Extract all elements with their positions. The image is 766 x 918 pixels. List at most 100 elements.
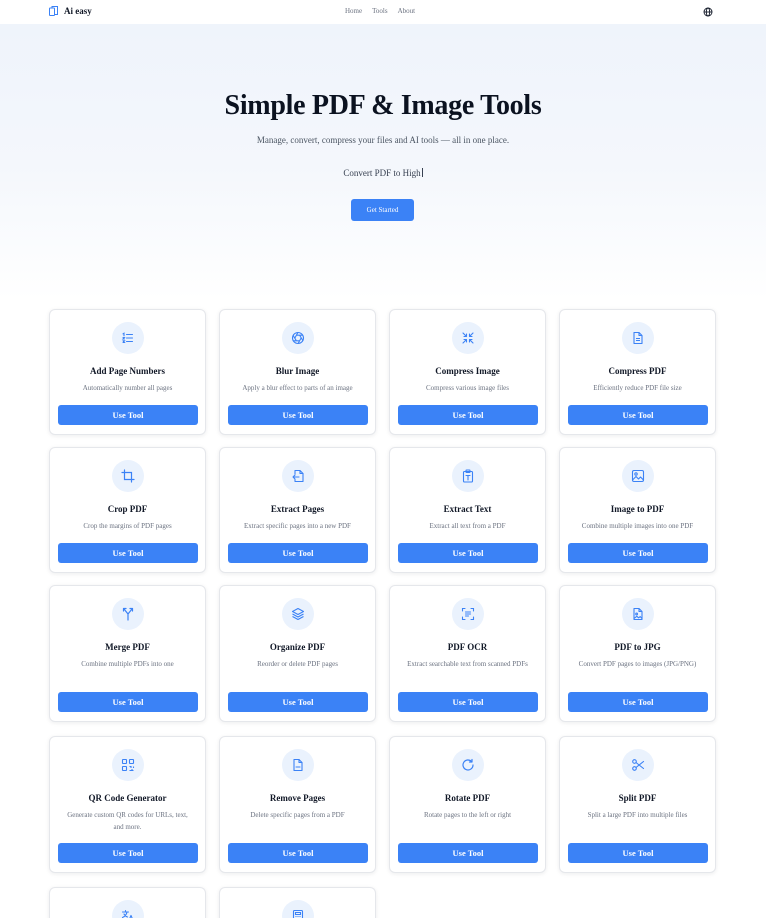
icon-badge — [112, 900, 144, 918]
merge-icon — [122, 607, 134, 621]
tool-description: Extract all text from a PDF — [429, 522, 506, 530]
tool-description: Extract specific pages into a new PDF — [244, 522, 351, 530]
icon-badge — [112, 598, 144, 630]
icon-badge — [452, 322, 484, 354]
tool-card-remove-pages[interactable]: Remove Pages Delete specific pages from … — [219, 736, 376, 873]
use-tool-button[interactable]: Use Tool — [568, 843, 708, 863]
tool-card-blur-image[interactable]: Blur Image Apply a blur effect to parts … — [219, 309, 376, 435]
use-tool-button[interactable]: Use Tool — [228, 692, 368, 712]
icon-badge — [282, 900, 314, 918]
tool-description: Generate custom QR codes for URLs, text,… — [67, 811, 188, 831]
shrink-arrows-icon — [462, 332, 474, 344]
tool-title: Image to PDF — [610, 504, 665, 514]
brand-name: Ai easy — [64, 6, 92, 16]
tool-card-merge-pdf[interactable]: Merge PDF Combine multiple PDFs into one… — [49, 585, 206, 722]
tool-title: Blur Image — [275, 366, 320, 376]
globe-icon[interactable] — [703, 7, 713, 17]
use-tool-button[interactable]: Use Tool — [58, 405, 198, 425]
nav-link-tools[interactable]: Tools — [372, 7, 387, 15]
tool-card-calculator[interactable] — [219, 887, 376, 918]
use-tool-button[interactable]: Use Tool — [398, 405, 538, 425]
use-tool-button[interactable]: Use Tool — [398, 543, 538, 563]
tool-description: Compress various image files — [425, 384, 509, 392]
tool-description: Extract searchable text from scanned PDF… — [407, 660, 528, 668]
layers-icon — [291, 607, 305, 621]
use-tool-button[interactable]: Use Tool — [568, 405, 708, 425]
tool-card-compress-pdf[interactable]: Compress PDF Efficiently reduce PDF file… — [559, 309, 716, 435]
tool-description: Convert PDF pages to images (JPG/PNG) — [578, 660, 697, 668]
hero-background — [0, 0, 766, 300]
use-tool-button[interactable]: Use Tool — [398, 843, 538, 863]
icon-badge — [282, 322, 314, 354]
hero-title: Simple PDF & Image Tools — [224, 90, 542, 121]
tool-title: Extract Pages — [270, 504, 325, 514]
tool-card-pdf-to-jpg[interactable]: PDF to JPG Convert PDF pages to images (… — [559, 585, 716, 722]
tool-title: QR Code Generator — [88, 793, 167, 803]
tool-card-split-pdf[interactable]: Split PDF Split a large PDF into multipl… — [559, 736, 716, 873]
icon-badge — [622, 598, 654, 630]
icon-badge — [112, 749, 144, 781]
tool-description: Split a large PDF into multiple files — [587, 811, 688, 819]
icon-badge — [622, 749, 654, 781]
tool-card-organize-pdf[interactable]: Organize PDF Reorder or delete PDF pages… — [219, 585, 376, 722]
tool-card-qr-code-generator[interactable]: QR Code Generator Generate custom QR cod… — [49, 736, 206, 873]
icon-badge — [112, 322, 144, 354]
tool-title: PDF OCR — [447, 642, 488, 652]
icon-badge — [112, 460, 144, 492]
tool-card-crop-pdf[interactable]: Crop PDF Crop the margins of PDF pages U… — [49, 447, 206, 573]
tool-description: Automatically number all pages — [82, 384, 173, 392]
rotate-icon — [462, 758, 474, 771]
use-tool-button[interactable]: Use Tool — [398, 692, 538, 712]
scan-text-icon — [461, 607, 475, 621]
use-tool-button[interactable]: Use Tool — [58, 843, 198, 863]
get-started-button[interactable]: Get Started — [351, 199, 414, 221]
nav-link-about[interactable]: About — [398, 7, 416, 15]
tool-card-add-page-numbers[interactable]: Add Page Numbers Automatically number al… — [49, 309, 206, 435]
aperture-icon — [291, 331, 305, 345]
use-tool-button[interactable]: Use Tool — [228, 405, 368, 425]
pages-icon — [49, 6, 58, 16]
tool-description: Efficiently reduce PDF file size — [593, 384, 682, 392]
icon-badge — [282, 749, 314, 781]
tool-card-rotate-pdf[interactable]: Rotate PDF Rotate pages to the left or r… — [389, 736, 546, 873]
tool-description: Reorder or delete PDF pages — [257, 660, 338, 668]
file-text-icon — [633, 331, 643, 345]
tool-card-pdf-ocr[interactable]: PDF OCR Extract searchable text from sca… — [389, 585, 546, 722]
nav-links: Home Tools About — [345, 7, 415, 15]
tool-description: Combine multiple images into one PDF — [581, 522, 694, 530]
icon-badge — [282, 598, 314, 630]
tool-description: Crop the margins of PDF pages — [83, 522, 172, 530]
tool-card-extract-text[interactable]: Extract Text Extract all text from a PDF… — [389, 447, 546, 573]
tool-card-image-to-pdf[interactable]: Image to PDF Combine multiple images int… — [559, 447, 716, 573]
icon-badge — [452, 598, 484, 630]
file-image-icon — [633, 607, 643, 621]
tool-card-compress-image[interactable]: Compress Image Compress various image fi… — [389, 309, 546, 435]
use-tool-button[interactable]: Use Tool — [568, 692, 708, 712]
use-tool-button[interactable]: Use Tool — [228, 543, 368, 563]
typing-text: Convert PDF to High — [0, 168, 766, 178]
tool-card-translate[interactable] — [49, 887, 206, 918]
brand-logo[interactable]: Ai easy — [48, 5, 92, 17]
use-tool-button[interactable]: Use Tool — [228, 843, 368, 863]
tool-title: Organize PDF — [269, 642, 326, 652]
crop-icon — [121, 469, 135, 483]
icon-badge — [452, 749, 484, 781]
tool-title: Rotate PDF — [444, 793, 491, 803]
tool-title: Split PDF — [618, 793, 657, 803]
tool-title: Compress PDF — [608, 366, 667, 376]
use-tool-button[interactable]: Use Tool — [58, 543, 198, 563]
file-minus-icon — [293, 758, 303, 772]
tool-description: Apply a blur effect to parts of an image — [242, 384, 353, 392]
tools-grid: Add Page Numbers Automatically number al… — [49, 309, 717, 918]
tool-description: Delete specific pages from a PDF — [250, 811, 345, 819]
icon-badge — [282, 460, 314, 492]
tool-title: Remove Pages — [269, 793, 326, 803]
icon-badge — [622, 460, 654, 492]
tool-card-extract-pages[interactable]: Extract Pages Extract specific pages int… — [219, 447, 376, 573]
scissors-icon — [632, 759, 645, 771]
nav-link-home[interactable]: Home — [345, 7, 362, 15]
tool-title: Compress Image — [435, 366, 500, 376]
icon-badge — [622, 322, 654, 354]
use-tool-button[interactable]: Use Tool — [58, 692, 198, 712]
use-tool-button[interactable]: Use Tool — [568, 543, 708, 563]
